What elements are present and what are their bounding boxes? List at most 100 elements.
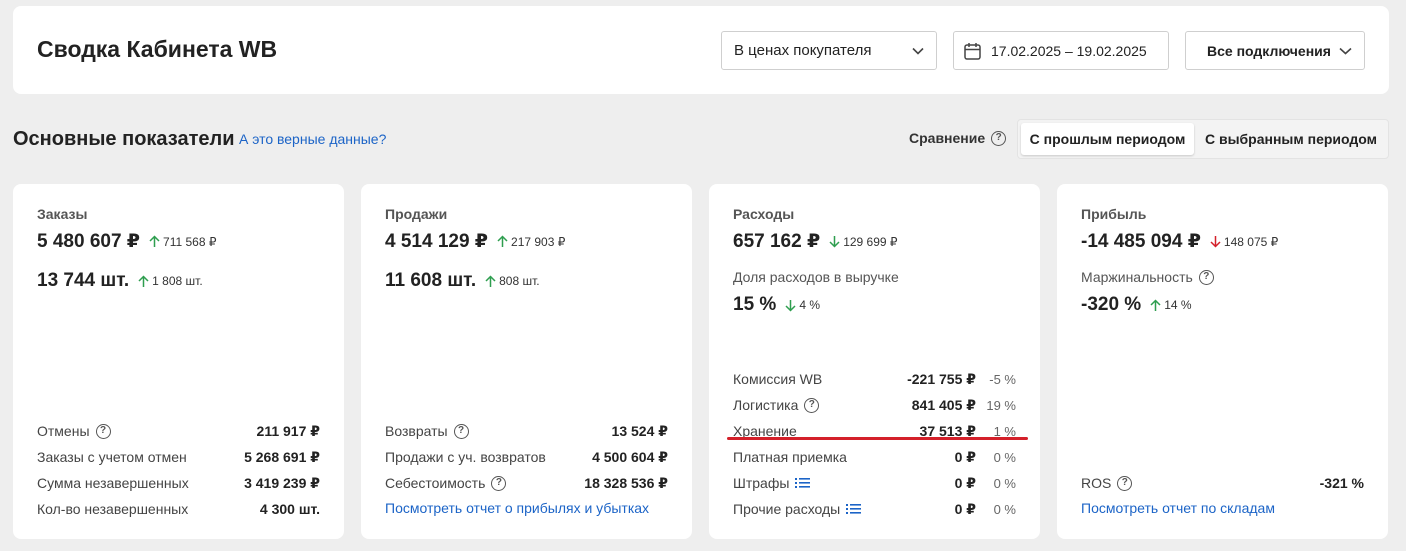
price-mode-select[interactable]: В ценах покупателя [721, 31, 937, 70]
list-icon[interactable] [795, 477, 811, 489]
row-percent: 0 % [993, 501, 1016, 517]
orders-row-cancellations: Отмены? 211 917 ₽ [37, 420, 320, 442]
card-title: Прибыль [1081, 206, 1147, 222]
sales-sum-delta: 217 903 ₽ [497, 235, 565, 249]
connections-value: Все подключения [1207, 42, 1331, 59]
margin-delta: 14 % [1150, 298, 1192, 312]
margin-label-text: Маржинальность [1081, 269, 1193, 285]
card-title: Продажи [385, 206, 448, 222]
row-label: Себестоимость [385, 475, 486, 491]
compare-label-text: Сравнение [909, 130, 986, 146]
row-value: 13 524 ₽ [611, 422, 668, 439]
price-mode-value: В ценах покупателя [734, 42, 872, 59]
arrow-up-icon [497, 235, 508, 247]
row-value: 0 ₽ [954, 474, 976, 491]
sales-card: Продажи 4 514 129 ₽ 217 903 ₽ 11 608 шт.… [361, 184, 692, 539]
expense-share-delta: 4 % [785, 298, 820, 312]
arrow-down-icon [829, 236, 840, 248]
pnl-report-link[interactable]: Посмотреть отчет о прибылях и убытках [385, 500, 649, 516]
list-icon[interactable] [846, 503, 862, 515]
connections-select[interactable]: Все подключения [1185, 31, 1365, 70]
row-label: Платная приемка [733, 449, 847, 465]
orders-row-unfinished-sum: Сумма незавершенных 3 419 239 ₽ [37, 472, 320, 494]
row-value: 18 328 536 ₽ [584, 474, 668, 491]
row-value: 211 917 ₽ [256, 422, 320, 439]
arrow-up-icon [485, 274, 496, 287]
sales-qty-delta: 808 шт. [485, 274, 540, 288]
page-header: Сводка Кабинета WB В ценах покупателя 17… [13, 6, 1389, 94]
arrow-up-icon [138, 274, 149, 287]
help-icon[interactable]: ? [1117, 475, 1133, 491]
expense-row-commission: Комиссия WB -221 755 ₽ -5 % [733, 368, 1016, 390]
date-range-value: 17.02.2025 – 19.02.2025 [991, 42, 1147, 59]
sales-row-returns: Возвраты? 13 524 ₽ [385, 420, 668, 442]
date-range-picker[interactable]: 17.02.2025 – 19.02.2025 [953, 31, 1169, 70]
expenses-sum-delta: 129 699 ₽ [829, 235, 898, 249]
row-label: ROS [1081, 475, 1112, 491]
arrow-down-icon [785, 299, 796, 312]
expenses-sum: 657 162 ₽ [733, 231, 821, 252]
row-label: Штрафы [733, 475, 790, 491]
row-value: 841 405 ₽ [911, 396, 976, 413]
orders-row-net: Заказы с учетом отмен 5 268 691 ₽ [37, 446, 320, 468]
row-value: -321 % [1319, 475, 1364, 491]
row-value: -221 755 ₽ [907, 370, 976, 387]
expense-row-paid-acceptance: Платная приемка 0 ₽ 0 % [733, 446, 1016, 468]
compare-previous-period-button[interactable]: С прошлым периодом [1021, 123, 1194, 155]
row-value: 5 268 691 ₽ [244, 448, 320, 465]
margin-row: -320 % 14 % [1081, 294, 1192, 316]
card-title: Заказы [37, 206, 88, 222]
row-label: Прочие расходы [733, 501, 841, 517]
expense-share-row: 15 % 4 % [733, 294, 820, 316]
row-value: 4 500 604 ₽ [592, 448, 668, 465]
profit-sum-row: -14 485 094 ₽ 148 075 ₽ [1081, 230, 1278, 253]
help-icon[interactable]: ? [95, 423, 111, 439]
compare-selected-period-button[interactable]: С выбранным периодом [1198, 123, 1384, 155]
margin-label: Маржинальность ? [1081, 269, 1214, 285]
sales-sum: 4 514 129 ₽ [385, 231, 489, 252]
orders-sum: 5 480 607 ₽ [37, 231, 141, 252]
expense-row-fines: Штрафы 0 ₽ 0 % [733, 472, 1016, 494]
expense-share: 15 % [733, 294, 777, 315]
row-percent: 0 % [993, 475, 1016, 491]
row-percent: -5 % [989, 371, 1016, 387]
profit-card: Прибыль -14 485 094 ₽ 148 075 ₽ Маржинал… [1057, 184, 1388, 539]
chevron-down-icon [912, 47, 924, 55]
row-label: Кол-во незавершенных [37, 501, 189, 517]
compare-toggle: С прошлым периодом С выбранным периодом [1017, 119, 1389, 159]
sales-qty-row: 11 608 шт. 808 шт. [385, 270, 540, 292]
orders-qty-delta: 1 808 шт. [138, 274, 203, 288]
warehouse-report-link[interactable]: Посмотреть отчет по складам [1081, 500, 1275, 516]
expense-row-logistics: Логистика? 841 405 ₽ 19 % [733, 394, 1016, 416]
row-value: 4 300 шт. [259, 501, 320, 517]
row-label: Заказы с учетом отмен [37, 449, 187, 465]
row-percent: 0 % [993, 449, 1016, 465]
row-label: Возвраты [385, 423, 448, 439]
help-icon[interactable]: ? [453, 423, 469, 439]
sales-sum-row: 4 514 129 ₽ 217 903 ₽ [385, 230, 565, 253]
arrow-up-icon [149, 235, 160, 247]
row-label: Комиссия WB [733, 371, 823, 387]
compare-label: Сравнение ? [909, 130, 1007, 146]
help-icon[interactable]: ? [491, 475, 507, 491]
sales-qty: 11 608 шт. [385, 270, 477, 291]
profit-sum: -14 485 094 ₽ [1081, 231, 1201, 252]
data-check-link[interactable]: А это верные данные? [239, 131, 386, 147]
help-icon[interactable]: ? [1198, 269, 1214, 285]
row-value: 0 ₽ [954, 500, 976, 517]
orders-qty-row: 13 744 шт. 1 808 шт. [37, 270, 203, 292]
expenses-card: Расходы 657 162 ₽ 129 699 ₽ Доля расходо… [709, 184, 1040, 539]
row-value: 3 419 239 ₽ [244, 474, 320, 491]
card-title: Расходы [733, 206, 795, 222]
row-label: Логистика [733, 397, 799, 413]
expenses-sum-row: 657 162 ₽ 129 699 ₽ [733, 230, 898, 253]
arrow-up-icon [1150, 298, 1161, 311]
margin-value: -320 % [1081, 294, 1142, 315]
help-icon[interactable]: ? [804, 397, 820, 413]
arrow-down-icon [1210, 236, 1221, 248]
row-label: Продажи с уч. возвратов [385, 449, 546, 465]
help-icon[interactable]: ? [991, 130, 1007, 146]
orders-qty: 13 744 шт. [37, 270, 130, 291]
orders-sum-delta: 711 568 ₽ [149, 235, 217, 249]
orders-row-unfinished-qty: Кол-во незавершенных 4 300 шт. [37, 498, 320, 520]
